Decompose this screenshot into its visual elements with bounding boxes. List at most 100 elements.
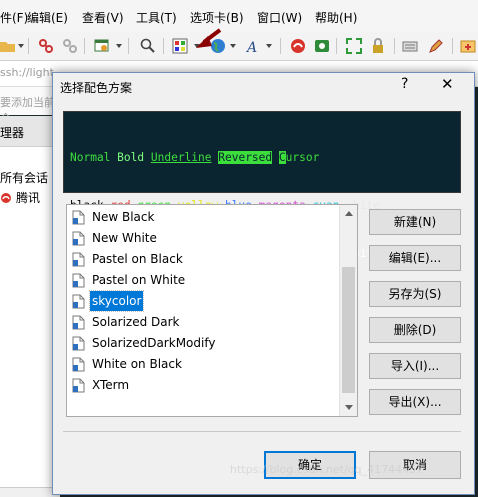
session-manager-header: 理器 [0,116,60,147]
scheme-file-icon [72,336,85,350]
keyboard-icon[interactable] [402,38,418,54]
close-button[interactable]: ✕ [441,75,454,93]
toolbar-separator [394,38,395,54]
preview-segment [144,151,151,164]
session-item-tencent[interactable]: 腾讯 [0,189,40,206]
font-icon[interactable]: A [246,38,262,54]
dialog-title: 选择配色方案 [60,81,133,95]
session-icon [1,192,11,203]
list-scrollbar[interactable] [339,205,357,416]
scheme-item[interactable]: New White [72,228,159,248]
connect-icon[interactable] [38,38,54,54]
scheme-item-label: Pastel on White [92,273,186,287]
delete-button[interactable]: 删除(D) [369,317,461,343]
preview-segment: C [278,151,286,164]
scheme-item-label: Solarized Dark [92,315,180,329]
save-as-button[interactable]: 另存为(S) [369,281,461,307]
toolbar-separator [128,38,129,54]
scheme-list[interactable]: New Black New White Pastel on Black Pastel … [66,204,358,417]
new-tab-icon[interactable] [460,38,476,54]
scrollbar-thumb[interactable] [342,267,355,393]
scheme-item-label: Pastel on Black [92,252,183,266]
xftp-icon[interactable] [314,38,330,54]
session-dropdown-arrow[interactable] [116,44,122,48]
scheme-item[interactable]: Pastel on White [72,270,187,290]
edit-button[interactable]: 编辑(E)... [369,245,461,271]
scheme-item-label: skycolor [88,290,145,312]
menu-item[interactable]: 件(F) [0,9,28,26]
import-button[interactable]: 导入(I)... [369,353,461,379]
session-folder-all[interactable]: 所有会话 [0,169,48,186]
fullscreen-icon[interactable] [346,38,362,54]
pen-icon[interactable] [428,38,444,54]
scheme-file-icon [72,210,85,224]
open-dropdown-arrow[interactable] [18,44,24,48]
scheme-preview: Normal Bold Underline Reversed Cursor bl… [63,111,461,260]
scheme-item-label: XTerm [92,378,130,392]
scheme-item[interactable]: SolarizedDarkModify [72,333,217,353]
preview-segment: Normal [70,151,111,164]
toolbar: A [0,32,478,61]
scheme-item[interactable]: skycolor [72,290,145,312]
menu-item[interactable]: 窗口(W) [257,9,302,26]
scheme-item[interactable]: New Black [72,207,156,227]
scheme-file-icon [72,294,85,308]
session-tree: 所有会话 腾讯 [0,147,60,496]
svg-text:A: A [246,40,257,54]
scheme-item[interactable]: Solarized Dark [72,312,182,332]
dialog-divider [63,431,461,432]
new-session-icon[interactable] [94,38,110,54]
watermark: https://blog.csdn.net/qq_41744457 [230,463,424,476]
menu-item[interactable]: 工具(T) [136,9,177,26]
export-button[interactable]: 导出(X)... [369,389,461,415]
menu-item[interactable]: 查看(V) [82,9,124,26]
menu-bar: 件(F) 编辑(E) 查看(V) 工具(T) 选项卡(B) 窗口(W) 帮助(H) [0,0,478,32]
disconnect-icon[interactable] [62,38,78,54]
font-dropdown-arrow[interactable] [266,44,272,48]
preview-segment: Reversed [218,151,273,164]
preview-segment [272,151,279,164]
session-manager-title: 理器 [0,126,25,140]
scheme-file-icon [72,315,85,329]
scroll-down-arrow[interactable] [345,405,353,410]
toolbar-separator [452,38,453,54]
preview-segment: Underline [150,151,212,164]
scheme-file-icon [72,273,85,287]
address-text: ssh://light [0,66,54,79]
all-sessions-label: 所有会话 [0,171,49,185]
color-scheme-icon[interactable] [172,38,188,54]
new-button[interactable]: 新建(N) [369,209,461,235]
scheme-file-icon [72,252,85,266]
scheme-item[interactable]: XTerm [72,375,131,395]
toolbar-separator [84,38,85,54]
scheme-item[interactable]: Pastel on Black [72,249,185,269]
menu-item[interactable]: 帮助(H) [315,9,357,26]
scheme-file-icon [72,231,85,245]
toolbar-separator [336,38,337,54]
scheme-file-icon [72,378,85,392]
scroll-up-arrow[interactable] [345,211,353,216]
lock-icon[interactable] [370,38,386,54]
scheme-item-label: SolarizedDarkModify [92,336,216,350]
scheme-item-label: New White [92,231,157,245]
color-scheme-dialog: 选择配色方案 ? ✕ Normal Bold Underline Reverse… [52,72,475,495]
open-folder-icon[interactable] [0,38,16,54]
toolbar-separator [28,38,29,54]
annotation-arrow [196,28,222,48]
toolbar-separator [163,38,164,54]
menu-item[interactable]: 编辑(E) [27,9,68,26]
preview-segment: ursor [285,151,320,164]
globe-dropdown-arrow[interactable] [230,44,236,48]
session-label: 腾讯 [16,191,41,205]
help-button[interactable]: ? [401,76,408,92]
preview-segment: Bold [117,151,145,164]
scheme-item-label: White on Black [92,357,182,371]
toolbar-separator [280,38,281,54]
search-icon[interactable] [140,38,156,54]
menu-item[interactable]: 选项卡(B) [190,9,244,26]
scheme-item-label: New Black [92,210,155,224]
hint-bar: 要添加当前会 [0,87,60,125]
preview-line-styles: Normal Bold Underline Reversed Cursor [70,150,454,166]
scheme-item[interactable]: White on Black [72,354,184,374]
xshell-logo-icon[interactable] [290,38,306,54]
